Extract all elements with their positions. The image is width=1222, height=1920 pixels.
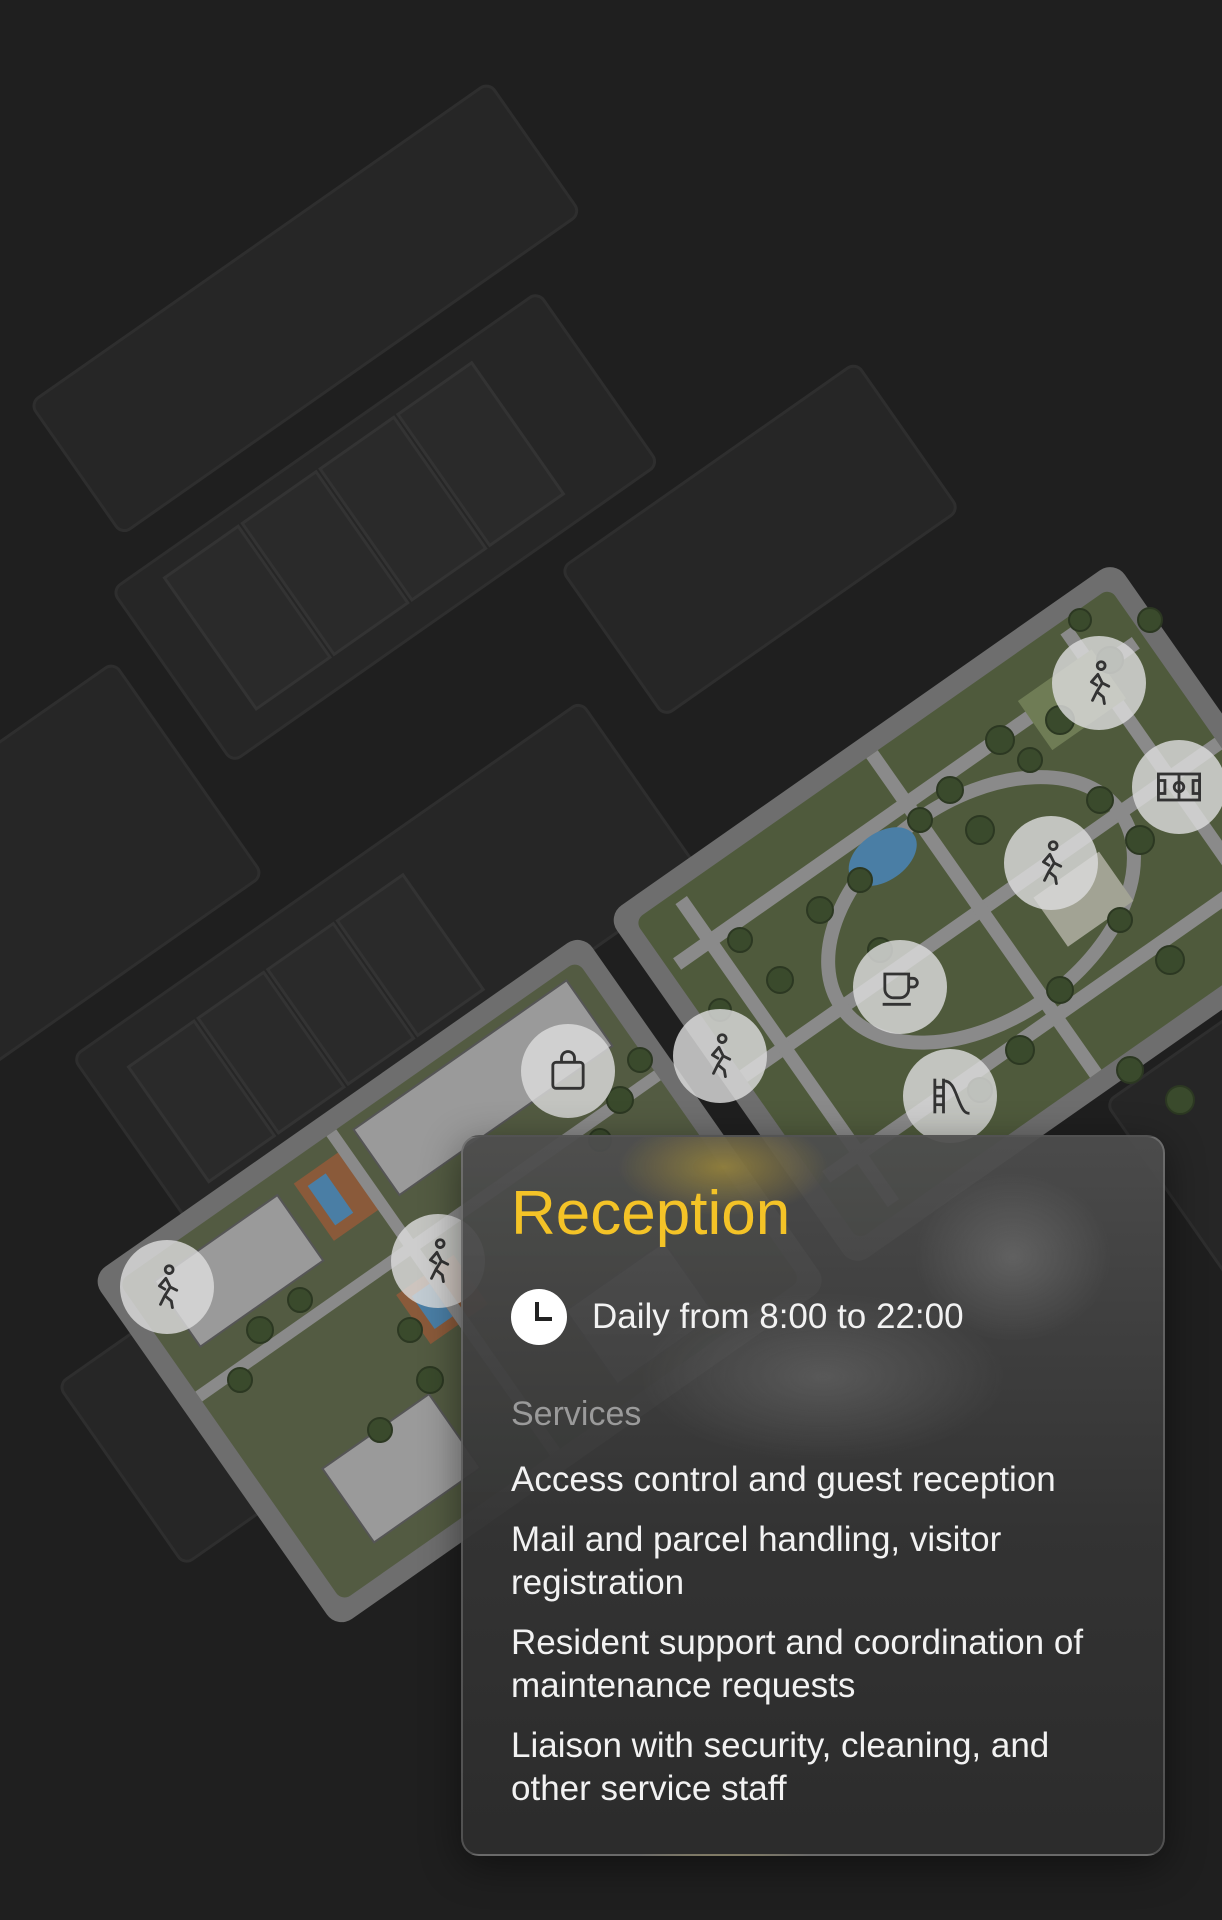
sports-field-icon bbox=[1157, 772, 1201, 802]
service-item: Liaison with security, cleaning, and oth… bbox=[511, 1726, 1050, 1808]
map-pin-playground[interactable] bbox=[903, 1049, 997, 1143]
map-pin-sports-field[interactable] bbox=[1132, 740, 1222, 834]
services-list: Access control and guest reception Mail … bbox=[511, 1458, 1115, 1810]
map-pin-walking[interactable] bbox=[1052, 636, 1146, 730]
service-item: Mail and parcel handling, visitor regist… bbox=[511, 1520, 1002, 1602]
card-title: Reception bbox=[511, 1179, 791, 1248]
map-pin-cafe[interactable] bbox=[853, 940, 947, 1034]
service-item: Access control and guest reception bbox=[511, 1460, 1056, 1499]
walking-person-icon bbox=[429, 1238, 450, 1283]
map-pin-walking[interactable] bbox=[673, 1009, 767, 1103]
walking-person-icon bbox=[158, 1264, 179, 1309]
map-pin-walking[interactable] bbox=[120, 1240, 214, 1334]
coffee-cup-icon bbox=[882, 972, 919, 1006]
opening-hours-text: Daily from 8:00 to 22:00 bbox=[592, 1297, 964, 1336]
reception-info-card: Reception Daily from 8:00 to 22:00 Servi… bbox=[461, 1135, 1165, 1856]
map-pin-walking[interactable] bbox=[1004, 816, 1098, 910]
services-heading: Services bbox=[511, 1395, 642, 1433]
opening-hours: Daily from 8:00 to 22:00 bbox=[511, 1289, 1115, 1345]
clock-icon bbox=[511, 1289, 567, 1345]
walking-person-icon bbox=[711, 1033, 732, 1078]
service-item: Resident support and coordination of mai… bbox=[511, 1623, 1084, 1705]
walking-person-icon bbox=[1042, 840, 1063, 885]
shopping-bag-icon bbox=[551, 1050, 585, 1090]
playground-slide-icon bbox=[933, 1078, 970, 1115]
walking-person-icon bbox=[1090, 660, 1111, 705]
map-pin-shop[interactable] bbox=[521, 1024, 615, 1118]
